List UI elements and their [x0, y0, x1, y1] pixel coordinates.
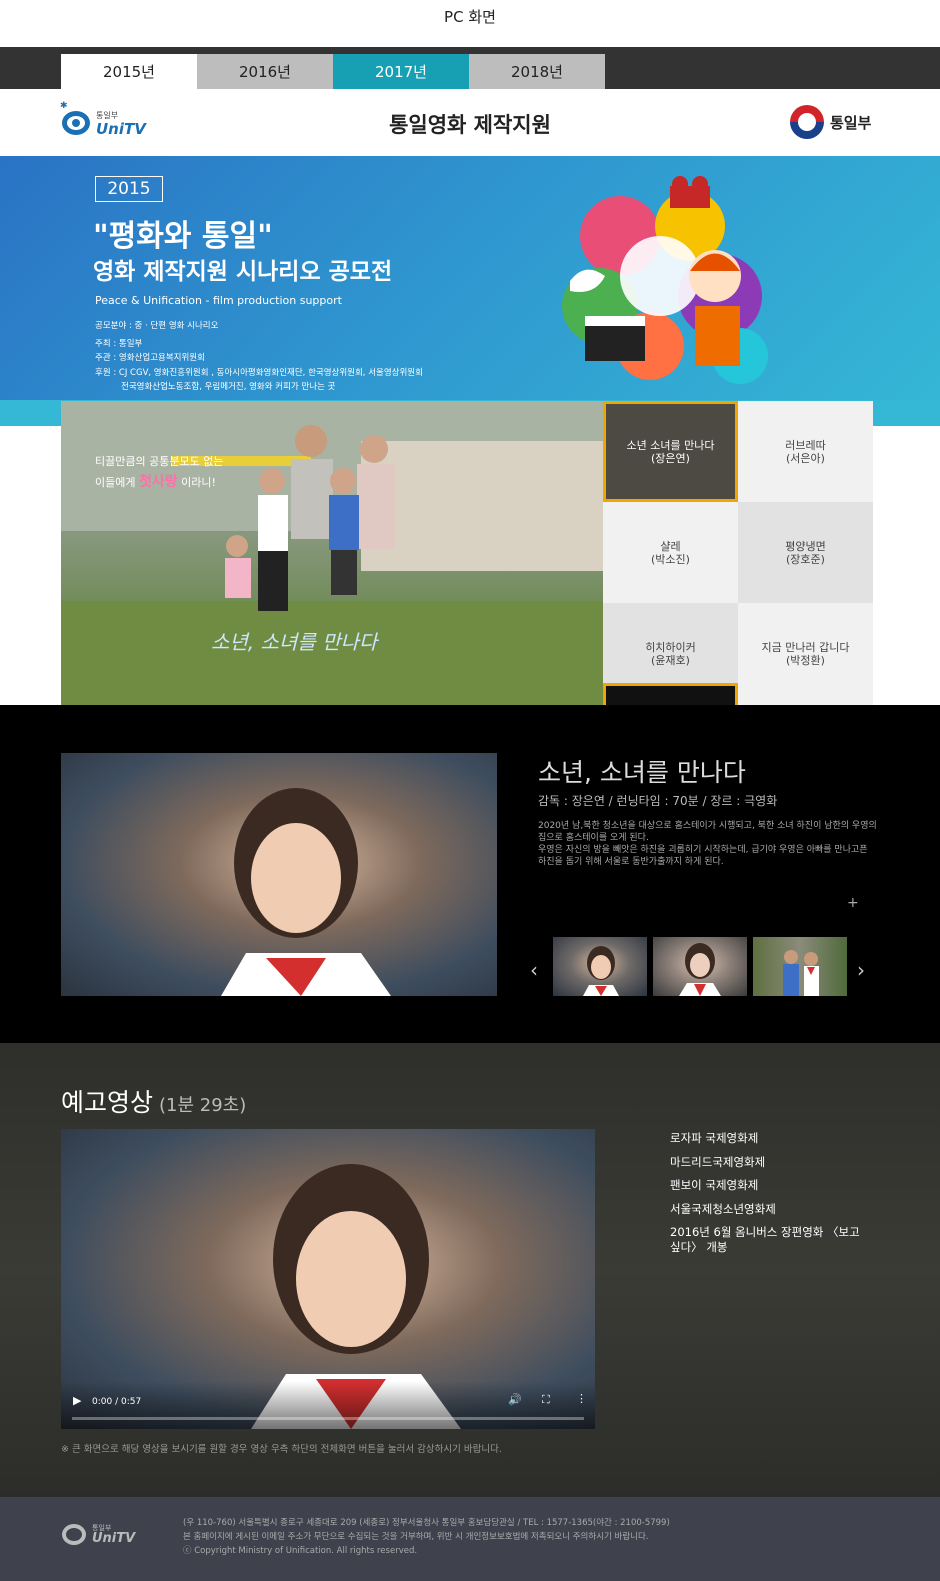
film-title: 샬레	[660, 539, 681, 553]
chevron-right-icon[interactable]: ›	[857, 958, 865, 982]
festival-list: 로자파 국제영화제 마드리드국제영화제 팬보이 국제영화제 서울국제청소년영화제…	[670, 1131, 870, 1264]
feature-overlay-title: 소년, 소녀를 만나다	[211, 630, 378, 654]
still-thumbnail-2[interactable]	[653, 937, 747, 996]
still-photo	[221, 788, 391, 996]
film-cell-1[interactable]: 소년 소녀를 만나다 (장은연)	[603, 401, 738, 502]
taegeuk-icon	[790, 105, 824, 139]
tab-2015[interactable]: 2015년	[61, 54, 197, 89]
more-options-icon[interactable]: ⋮	[576, 1392, 587, 1405]
footer-logo[interactable]: 통일부 UniTV	[62, 1517, 142, 1553]
film-director: (윤재호)	[651, 654, 690, 667]
film-description: 2020년 남,북한 청소년을 대상으로 홈스테이가 시행되고, 북한 소녀 하…	[538, 820, 878, 868]
footer-logo-name: UniTV	[92, 1531, 136, 1546]
footer-address: (우 110-760) 서울특별시 종로구 세종대로 209 (세종로) 정부서…	[183, 1518, 670, 1528]
festival-item: 팬보이 국제영화제	[670, 1178, 759, 1192]
hero-info: 공모분야 : 중 · 단편 영화 시나리오 주최 : 통일부 주관 : 영화산업…	[95, 319, 423, 395]
hero-info-field: 공모분야 : 중 · 단편 영화 시나리오	[95, 321, 219, 331]
feature-tagline-pre: 이들에게	[95, 476, 136, 489]
hero-subtitle: 영화 제작지원 시나리오 공모전	[93, 259, 393, 285]
film-cell-3[interactable]: 샬레 (박소진)	[603, 502, 738, 603]
footer-email-notice: 본 홈페이지에 게시된 이메일 주소가 무단으로 수집되는 것을 거부하며, 위…	[183, 1532, 649, 1542]
film-title: 평양냉면	[785, 539, 826, 553]
festival-item: 서울국제청소년영화제	[670, 1201, 776, 1216]
festival-item: 로자파 국제영화제	[670, 1131, 759, 1145]
trailer-heading: 예고영상 (1분 29초)	[61, 1083, 246, 1119]
film-director: (서은아)	[786, 451, 825, 465]
hover-bar	[603, 683, 738, 705]
year-tab-bar: 2015년 2016년 2017년 2018년	[0, 47, 940, 89]
feature-tagline-2: 이들에게 첫사랑 이라니!	[95, 471, 216, 491]
hero-year-badge: 2015	[95, 176, 163, 202]
feature-photo	[61, 401, 603, 705]
fullscreen-notice: ※ 큰 화면으로 해당 영상을 보시기를 원할 경우 영상 우측 하단의 전체화…	[61, 1444, 502, 1455]
chevron-left-icon[interactable]: ‹	[530, 958, 538, 982]
festival-item: 2016년 6월 옴니버스 장편영화 〈보고싶다〉 개봉	[670, 1225, 860, 1254]
trailer-duration: (1분 29초)	[159, 1095, 247, 1116]
page-caption: PC 화면	[444, 8, 496, 26]
film-cell-2[interactable]: 러브레따 (서은아)	[738, 401, 873, 502]
film-title: 소년 소녀를 만나다	[626, 438, 715, 452]
feature-tagline-highlight: 첫사랑	[138, 474, 178, 490]
ministry-label: 통일부	[830, 114, 872, 132]
video-time: 0:00 / 0:57	[92, 1397, 142, 1407]
trailer-section: 예고영상 (1분 29초) ▶ 0:00 / 0:57 🔊 ⛶ ⋮ ※ 큰 화면으…	[0, 1043, 940, 1497]
video-progress-bar[interactable]	[72, 1417, 584, 1420]
video-controls: ▶ 0:00 / 0:57 🔊 ⛶ ⋮	[61, 1381, 595, 1429]
film-meta: 감독 : 장은연 / 런닝타임 : 70분 / 장르 : 극영화	[538, 794, 778, 808]
film-cell-4[interactable]: 평양냉면 (장호준)	[738, 502, 873, 603]
ministry-logo[interactable]: 통일부	[790, 105, 890, 141]
site-header: ✱ 통일부 UniTV 통일영화 제작지원 통일부	[0, 89, 940, 156]
site-footer: 통일부 UniTV (우 110-760) 서울특별시 종로구 세종대로 209…	[0, 1497, 940, 1581]
tab-2017[interactable]: 2017년	[333, 54, 469, 89]
tab-2018[interactable]: 2018년	[469, 54, 605, 89]
film-cell-5[interactable]: 히치하이커 (윤재호)	[603, 603, 738, 705]
hero-illustration	[562, 176, 768, 384]
still-thumbnail-3[interactable]	[753, 937, 847, 996]
eye-icon	[62, 1524, 86, 1545]
film-cell-6[interactable]: 지금 만나러 갑니다 (박정환)	[738, 603, 873, 705]
film-name: 소년, 소녀를 만나다	[538, 758, 746, 787]
play-icon[interactable]: ▶	[73, 1394, 81, 1407]
film-description-p1: 2020년 남,북한 청소년을 대상으로 홈스테이가 시행되고, 북한 소녀 하…	[538, 821, 877, 843]
tab-2016[interactable]: 2016년	[197, 54, 333, 89]
film-title: 러브레따	[785, 438, 826, 452]
trailer-video[interactable]: ▶ 0:00 / 0:57 🔊 ⛶ ⋮	[61, 1129, 595, 1429]
hero-banner: 2015 "평화와 통일" 영화 제작지원 시나리오 공모전 Peace & U…	[0, 156, 940, 426]
film-details: 소년, 소녀를 만나다 감독 : 장은연 / 런닝타임 : 70분 / 장르 :…	[0, 705, 940, 1043]
film-grid: 티끌만큼의 공통분모도 없는 이들에게 첫사랑 이라니! 소년, 소녀를 만나다…	[61, 401, 873, 705]
hero-info-sponsor-cont: 전국영화산업노동조합, 우림메거진, 영화와 커피가 만나는 곳	[121, 382, 336, 392]
film-title: 히치하이커	[645, 641, 696, 654]
hero-info-organizer: 주관 : 영화산업고용복지위원회	[95, 353, 205, 363]
trailer-title: 예고영상	[61, 1088, 154, 1117]
footer-text: (우 110-760) 서울특별시 종로구 세종대로 209 (세종로) 정부서…	[183, 1516, 670, 1558]
feature-tagline-1: 티끌만큼의 공통분모도 없는	[95, 455, 224, 468]
film-title: 지금 만나러 갑니다	[761, 641, 850, 654]
more-button[interactable]: +	[847, 895, 859, 911]
hero-title: "평화와 통일"	[93, 219, 273, 254]
fullscreen-icon[interactable]: ⛶	[542, 1393, 550, 1407]
film-director: (장은연)	[651, 451, 690, 465]
film-director: (박소진)	[651, 552, 690, 566]
festival-item: 마드리드국제영화제	[670, 1154, 766, 1169]
feature-tagline-post: 이라니!	[181, 476, 216, 489]
film-still-image	[61, 753, 497, 996]
hero-english-subtitle: Peace & Unification - film production su…	[95, 294, 342, 307]
film-director: (장호준)	[786, 552, 825, 566]
feature-poster: 티끌만큼의 공통분모도 없는 이들에게 첫사랑 이라니! 소년, 소녀를 만나다	[61, 401, 603, 705]
hero-info-host: 주최 : 통일부	[95, 338, 143, 349]
hero-info-sponsor: 후원 : CJ CGV, 영화진흥위원회 , 동아시아평화영화인재단, 한국영상…	[95, 367, 423, 378]
still-thumbnail-1[interactable]	[553, 937, 647, 996]
film-description-p2: 우영은 자신의 방을 빼앗은 하진을 괴롭히기 시작하는데, 급기야 우영은 아…	[538, 845, 868, 867]
footer-copyright: ⓒ Copyright Ministry of Unification. All…	[183, 1546, 418, 1556]
film-director: (박정환)	[786, 654, 825, 667]
volume-icon[interactable]: 🔊	[508, 1393, 522, 1406]
